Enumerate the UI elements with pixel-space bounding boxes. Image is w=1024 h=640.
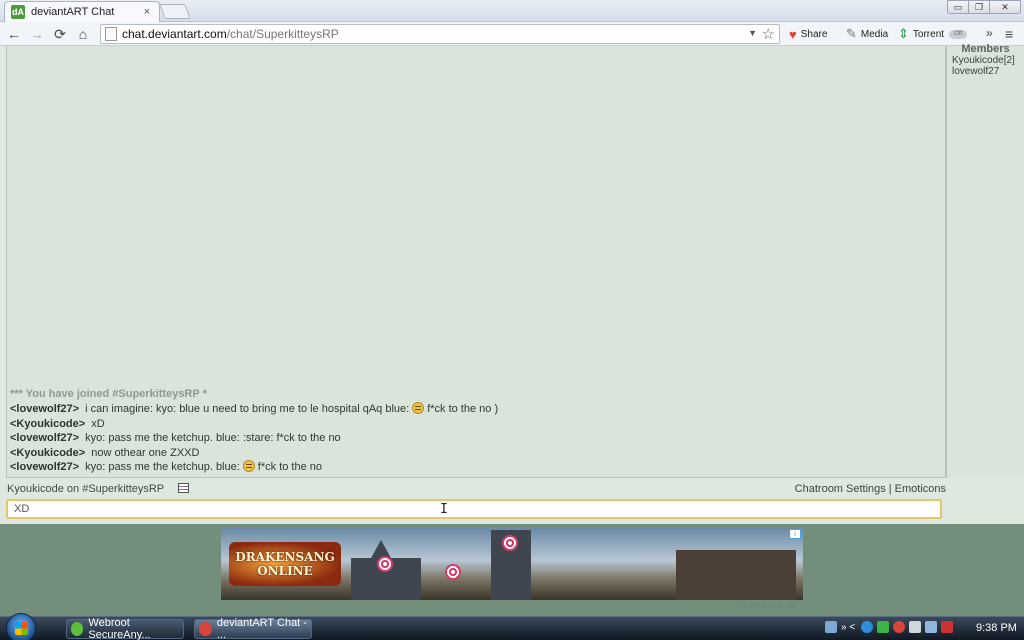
taskbar-item-label: Webroot SecureAny... xyxy=(88,617,151,640)
message-text: kyo: pass me the ketchup. blue: xyxy=(85,461,240,474)
chat-input-wrapper xyxy=(6,499,942,519)
message-text: xD xyxy=(91,417,105,430)
windows-logo-icon xyxy=(15,622,28,635)
message-text-after: f*ck to the no xyxy=(257,461,323,474)
message-nick[interactable]: <Kyoukicode> xyxy=(10,418,85,430)
members-header: Members xyxy=(961,43,1010,55)
deviantart-favicon-icon: dA xyxy=(11,5,25,19)
link-separator: | xyxy=(888,483,892,495)
media-icon: ✎ xyxy=(846,26,857,41)
message-nick[interactable]: <Kyoukicode> xyxy=(10,447,85,459)
tab-close-icon[interactable]: × xyxy=(141,6,153,18)
chat-message: <lovewolf27> kyo: pass me the ketchup. bl… xyxy=(10,431,930,446)
chat-status-bar: Kyoukicode on #SuperkitteysRP Chatroom S… xyxy=(0,479,1024,498)
tray-expand-icon[interactable]: » < xyxy=(841,622,855,633)
chat-message: <Kyoukicode> now othear one ZXXD xyxy=(10,446,930,461)
media-extension-button[interactable]: ✎ Media xyxy=(846,26,888,42)
security-icon[interactable] xyxy=(877,621,890,633)
forward-arrow-icon[interactable]: → xyxy=(28,25,46,43)
torrent-label: Torrent xyxy=(912,28,945,40)
bookmark-star-icon[interactable]: ☆ xyxy=(762,25,775,43)
chat-message: <lovewolf27> kyo: pass me the ketchup. bl… xyxy=(10,460,930,475)
chat-links: Chatroom Settings | Emoticons xyxy=(795,483,946,495)
message-text-after: f*ck to the no ) xyxy=(427,403,499,416)
chatroom-settings-link[interactable]: Chatroom Settings xyxy=(795,483,886,495)
taskbar-item-chrome[interactable]: deviantART Chat - ... xyxy=(194,617,312,640)
message-text: kyo: pass me the ketchup. blue: :stare: … xyxy=(85,432,341,445)
message-nick[interactable]: <lovewolf27> xyxy=(10,403,79,415)
media-label: Media xyxy=(860,28,889,40)
address-bar[interactable]: chat.deviantart.com /chat/SuperkitteysRP… xyxy=(100,24,780,44)
url-host: chat.deviantart.com xyxy=(122,27,227,41)
webroot-icon xyxy=(71,622,84,636)
chat-input[interactable] xyxy=(8,501,940,517)
browser-menu-icon[interactable]: ≡ xyxy=(1005,26,1013,42)
reload-icon[interactable]: ⟳ xyxy=(51,25,69,43)
torrent-icon: ⇕ xyxy=(898,26,909,41)
browser-toolbar: ← → ⟳ ⌂ chat.deviantart.com /chat/Superk… xyxy=(0,22,1024,46)
chat-lines: *** You have joined #SuperkitteysRP * <lo… xyxy=(10,387,930,475)
target-icon xyxy=(375,554,395,574)
start-button[interactable] xyxy=(6,613,36,640)
ad-logo-line1: DRAKENSANG xyxy=(235,550,335,564)
windows-taskbar: Webroot SecureAny... deviantART Chat - .… xyxy=(0,613,1024,640)
tab-strip: dA deviantART Chat × ▭ ❐ ✕ xyxy=(0,0,1024,22)
connection-icon[interactable] xyxy=(925,621,938,633)
member-item[interactable]: lovewolf27 xyxy=(947,66,1024,77)
page-icon xyxy=(105,27,117,41)
extensions-overflow-icon[interactable]: » xyxy=(986,26,993,40)
window-maximize-button[interactable]: ❐ xyxy=(968,0,990,14)
torrent-toggle[interactable]: Off xyxy=(949,29,968,39)
target-icon xyxy=(443,562,463,582)
system-tray: » < xyxy=(825,621,957,633)
message-nick[interactable]: <lovewolf27> xyxy=(10,432,79,444)
window-minimize-button[interactable]: ▭ xyxy=(947,0,969,14)
share-extension-button[interactable]: ♥ Share xyxy=(789,26,827,42)
tab-title: deviantART Chat xyxy=(31,6,115,18)
heart-icon: ♥ xyxy=(789,26,797,42)
ad-logo-line2: ONLINE xyxy=(257,564,313,578)
home-icon[interactable]: ⌂ xyxy=(74,25,92,43)
taskbar-clock[interactable]: 9:38 PM xyxy=(976,622,1017,634)
url-path: /chat/SuperkitteysRP xyxy=(226,27,339,41)
desktop-icon[interactable] xyxy=(825,621,837,633)
ad-creature-shape xyxy=(676,550,796,600)
member-item[interactable]: Kyoukicode[2] xyxy=(947,55,1024,66)
chrome-icon xyxy=(199,622,212,636)
network-icon[interactable] xyxy=(861,621,874,633)
update-icon[interactable] xyxy=(893,621,906,633)
torrent-extension-button[interactable]: ⇕ Torrent Off xyxy=(898,26,968,42)
target-icon xyxy=(500,533,520,553)
new-tab-button[interactable] xyxy=(159,4,191,19)
chat-message: <Kyoukicode> xD xyxy=(10,417,930,432)
window-close-button[interactable]: ✕ xyxy=(989,0,1021,14)
chat-message: <lovewolf27> i can imagine: kyo: blue u n… xyxy=(10,402,930,417)
battery-icon[interactable] xyxy=(909,621,922,633)
taskbar-item-label: deviantART Chat - ... xyxy=(216,617,307,640)
log-icon[interactable] xyxy=(178,483,189,493)
room-status: Kyoukicode on #SuperkitteysRP xyxy=(7,483,165,495)
browser-tab[interactable]: dA deviantART Chat × xyxy=(4,1,160,22)
system-text: *** You have joined #SuperkitteysRP * xyxy=(10,388,207,401)
text-cursor-icon: I xyxy=(440,502,448,517)
drakensang-ad-banner[interactable]: DRAKENSANG ONLINE i xyxy=(221,528,803,600)
chat-log[interactable]: *** You have joined #SuperkitteysRP * <lo… xyxy=(6,46,946,478)
members-panel: Members Kyoukicode[2] lovewolf27 xyxy=(946,43,1024,478)
taskbar-item-webroot[interactable]: Webroot SecureAny... xyxy=(66,617,184,640)
volume-muted-icon[interactable] xyxy=(941,621,954,633)
adchoices-icon[interactable]: i xyxy=(789,529,801,539)
message-nick[interactable]: <lovewolf27> xyxy=(10,461,79,473)
share-label: Share xyxy=(800,28,828,40)
emoticon-icon xyxy=(242,460,255,473)
emoticons-link[interactable]: Emoticons xyxy=(895,483,946,495)
message-text: now othear one ZXXD xyxy=(91,446,200,459)
address-dropdown-icon[interactable]: ▼ xyxy=(748,28,757,38)
emoticon-icon xyxy=(412,402,425,415)
drakensang-logo: DRAKENSANG ONLINE xyxy=(229,542,341,586)
message-text: i can imagine: kyo: blue u need to bring… xyxy=(85,403,410,416)
ad-note: Ads not by this site xyxy=(737,602,796,609)
back-arrow-icon[interactable]: ← xyxy=(5,25,23,43)
system-message: *** You have joined #SuperkitteysRP * xyxy=(10,387,930,402)
